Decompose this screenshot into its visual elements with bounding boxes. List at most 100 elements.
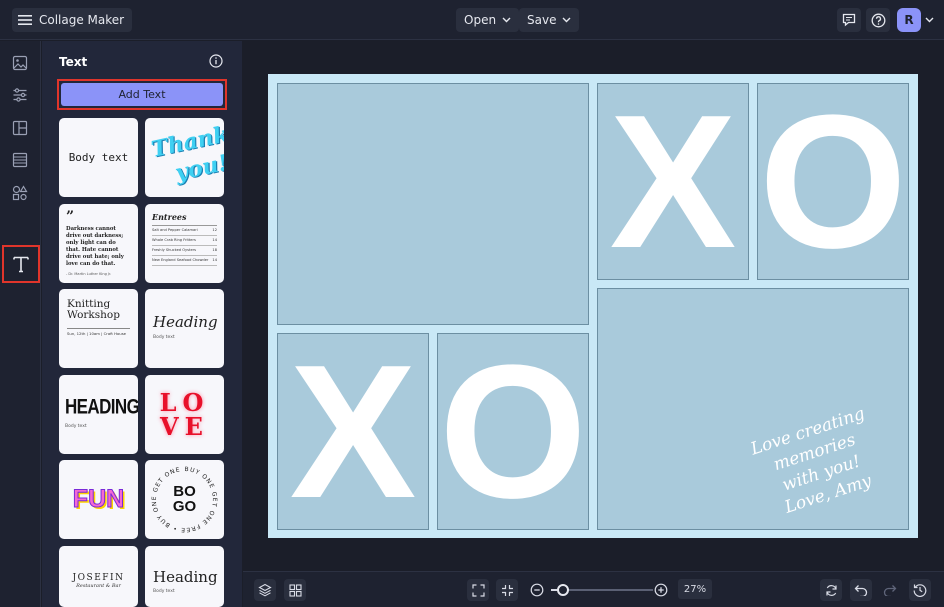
script-text[interactable]: Love creating memories with you! Love, A… — [738, 400, 898, 527]
letter-x[interactable]: X — [278, 334, 428, 529]
menu-row: Whole Crab Ring Fritters 14 — [152, 236, 217, 246]
letter-o[interactable]: O — [758, 84, 908, 279]
history-button[interactable] — [909, 579, 931, 601]
add-text-highlight: Add Text — [57, 79, 227, 110]
save-dropdown[interactable]: Save — [519, 8, 580, 32]
text-preset-body-text[interactable]: Body text — [59, 118, 138, 197]
hamburger-icon — [18, 14, 32, 26]
avatar[interactable]: R — [897, 8, 921, 32]
comment-icon — [842, 13, 856, 27]
fit-screen-button[interactable] — [467, 579, 489, 601]
preset-text: FUN — [72, 485, 125, 514]
shrink-button[interactable] — [496, 579, 518, 601]
text-preset-heading-bold[interactable]: HEADING Body text — [59, 375, 138, 454]
text-preset-fun[interactable]: FUN — [59, 460, 138, 539]
zoom-slider-track[interactable] — [551, 584, 653, 596]
redo-button[interactable] — [879, 579, 901, 601]
chevron-down-icon[interactable] — [925, 17, 934, 23]
collage-cell[interactable]: O — [757, 83, 909, 280]
layers-button[interactable] — [254, 579, 276, 601]
text-preset-menu[interactable]: Entrees Salt and Pepper Calamari 12 Whole… — [145, 204, 224, 283]
rail-item-backgrounds[interactable] — [8, 148, 32, 172]
texture-icon — [12, 152, 28, 168]
preset-body: Body text — [65, 424, 87, 429]
zoom-value[interactable]: 27% — [678, 579, 712, 599]
zoom-out-icon[interactable] — [530, 583, 544, 597]
redo-icon — [883, 584, 897, 596]
preset-text: VE — [160, 411, 209, 441]
text-preset-josefin[interactable]: JOSEFIN Restaurant & Bar — [59, 546, 138, 607]
layout-icon — [12, 120, 28, 136]
grid-button[interactable] — [284, 579, 306, 601]
letter-x[interactable]: X — [598, 84, 748, 279]
collage-cell[interactable]: X — [597, 83, 749, 280]
text-preset-love[interactable]: LO VE — [145, 375, 224, 454]
rail-item-adjust[interactable] — [8, 83, 32, 107]
undo-button[interactable] — [850, 579, 872, 601]
preset-heading: Workshop — [67, 309, 120, 321]
letter-o[interactable]: O — [438, 334, 588, 529]
rail-item-layouts[interactable] — [8, 116, 32, 140]
preset-text: Body text — [68, 151, 129, 164]
collage-cell[interactable]: Love creating memories with you! Love, A… — [597, 288, 909, 530]
text-preset-thank-you[interactable]: Thank you! — [145, 118, 224, 197]
info-icon[interactable] — [209, 54, 223, 68]
preset-body: Body text — [153, 335, 175, 340]
collage-canvas[interactable]: X O X O Love creating memories with you!… — [268, 74, 918, 538]
zoom-slider-thumb[interactable] — [557, 584, 570, 596]
text-preset-bogo[interactable]: BUY ONE GET ONE FREE • BUY ONE GET ONE F… — [145, 460, 224, 539]
collapse-icon — [501, 584, 514, 597]
menu-row: Freshly Shucked Oysters 18 — [152, 246, 217, 256]
rail-item-text[interactable] — [2, 245, 40, 283]
text-preset-heading-serif-2[interactable]: Heading Body text — [145, 546, 224, 607]
sliders-icon — [12, 87, 28, 103]
image-icon — [12, 55, 28, 71]
comment-button[interactable] — [837, 8, 861, 32]
chevron-down-icon — [562, 17, 571, 23]
help-button[interactable] — [866, 8, 890, 32]
undo-icon — [854, 584, 868, 596]
history-icon — [913, 583, 927, 597]
menu-row: Salt and Pepper Calamari 12 — [152, 225, 217, 236]
chevron-down-icon — [502, 17, 511, 23]
preset-body: Restaurant & Bar — [76, 583, 121, 589]
preset-heading: HEADING — [65, 394, 138, 419]
text-icon — [11, 254, 31, 274]
panel-title: Text — [59, 55, 88, 69]
collage-cell[interactable] — [277, 83, 589, 325]
layers-icon — [258, 583, 272, 597]
quote-mark: ” — [66, 209, 75, 225]
open-dropdown[interactable]: Open — [456, 8, 520, 32]
add-text-button[interactable]: Add Text — [61, 83, 223, 106]
save-label: Save — [527, 13, 557, 27]
text-preset-quote[interactable]: ” Darkness cannot drive out darkness; on… — [59, 204, 138, 283]
rail-item-images[interactable] — [8, 51, 32, 75]
collage-cell[interactable]: O — [437, 333, 589, 530]
bottom-bar — [243, 571, 944, 607]
quote-author: - Dr. Martin Luther King Jr. — [66, 272, 112, 276]
menu-title: Entrees — [152, 212, 187, 222]
collage-cell[interactable]: X — [277, 333, 429, 530]
preset-heading: Heading — [153, 313, 218, 331]
text-panel: Text Add Text Body text Thank you! ” Dar… — [42, 41, 242, 607]
shapes-icon — [12, 185, 28, 201]
tool-rail — [0, 41, 41, 607]
app-menu-button[interactable]: Collage Maker — [12, 8, 133, 32]
preset-heading: Heading — [153, 568, 218, 586]
app-title: Collage Maker — [39, 13, 125, 27]
open-label: Open — [464, 13, 497, 27]
rail-item-graphics[interactable] — [8, 181, 32, 205]
replace-button[interactable] — [820, 579, 842, 601]
preset-text: BO — [173, 483, 196, 500]
preset-body: Body text — [153, 589, 175, 594]
help-icon — [871, 13, 886, 28]
quote-body: Darkness cannot drive out darkness; only… — [66, 226, 124, 267]
grid-icon — [288, 583, 302, 597]
zoom-in-icon[interactable] — [654, 583, 668, 597]
menu-row: New England Seafood Chowder 14 — [152, 256, 217, 266]
preset-heading: JOSEFIN — [72, 573, 125, 583]
top-bar: Collage Maker Open Save R — [0, 0, 944, 40]
text-preset-heading-serif[interactable]: Heading Body text — [145, 289, 224, 368]
preset-text: GO — [172, 498, 197, 515]
text-preset-knitting[interactable]: Knitting Workshop Sun, 12th | 10am | Cra… — [59, 289, 138, 368]
